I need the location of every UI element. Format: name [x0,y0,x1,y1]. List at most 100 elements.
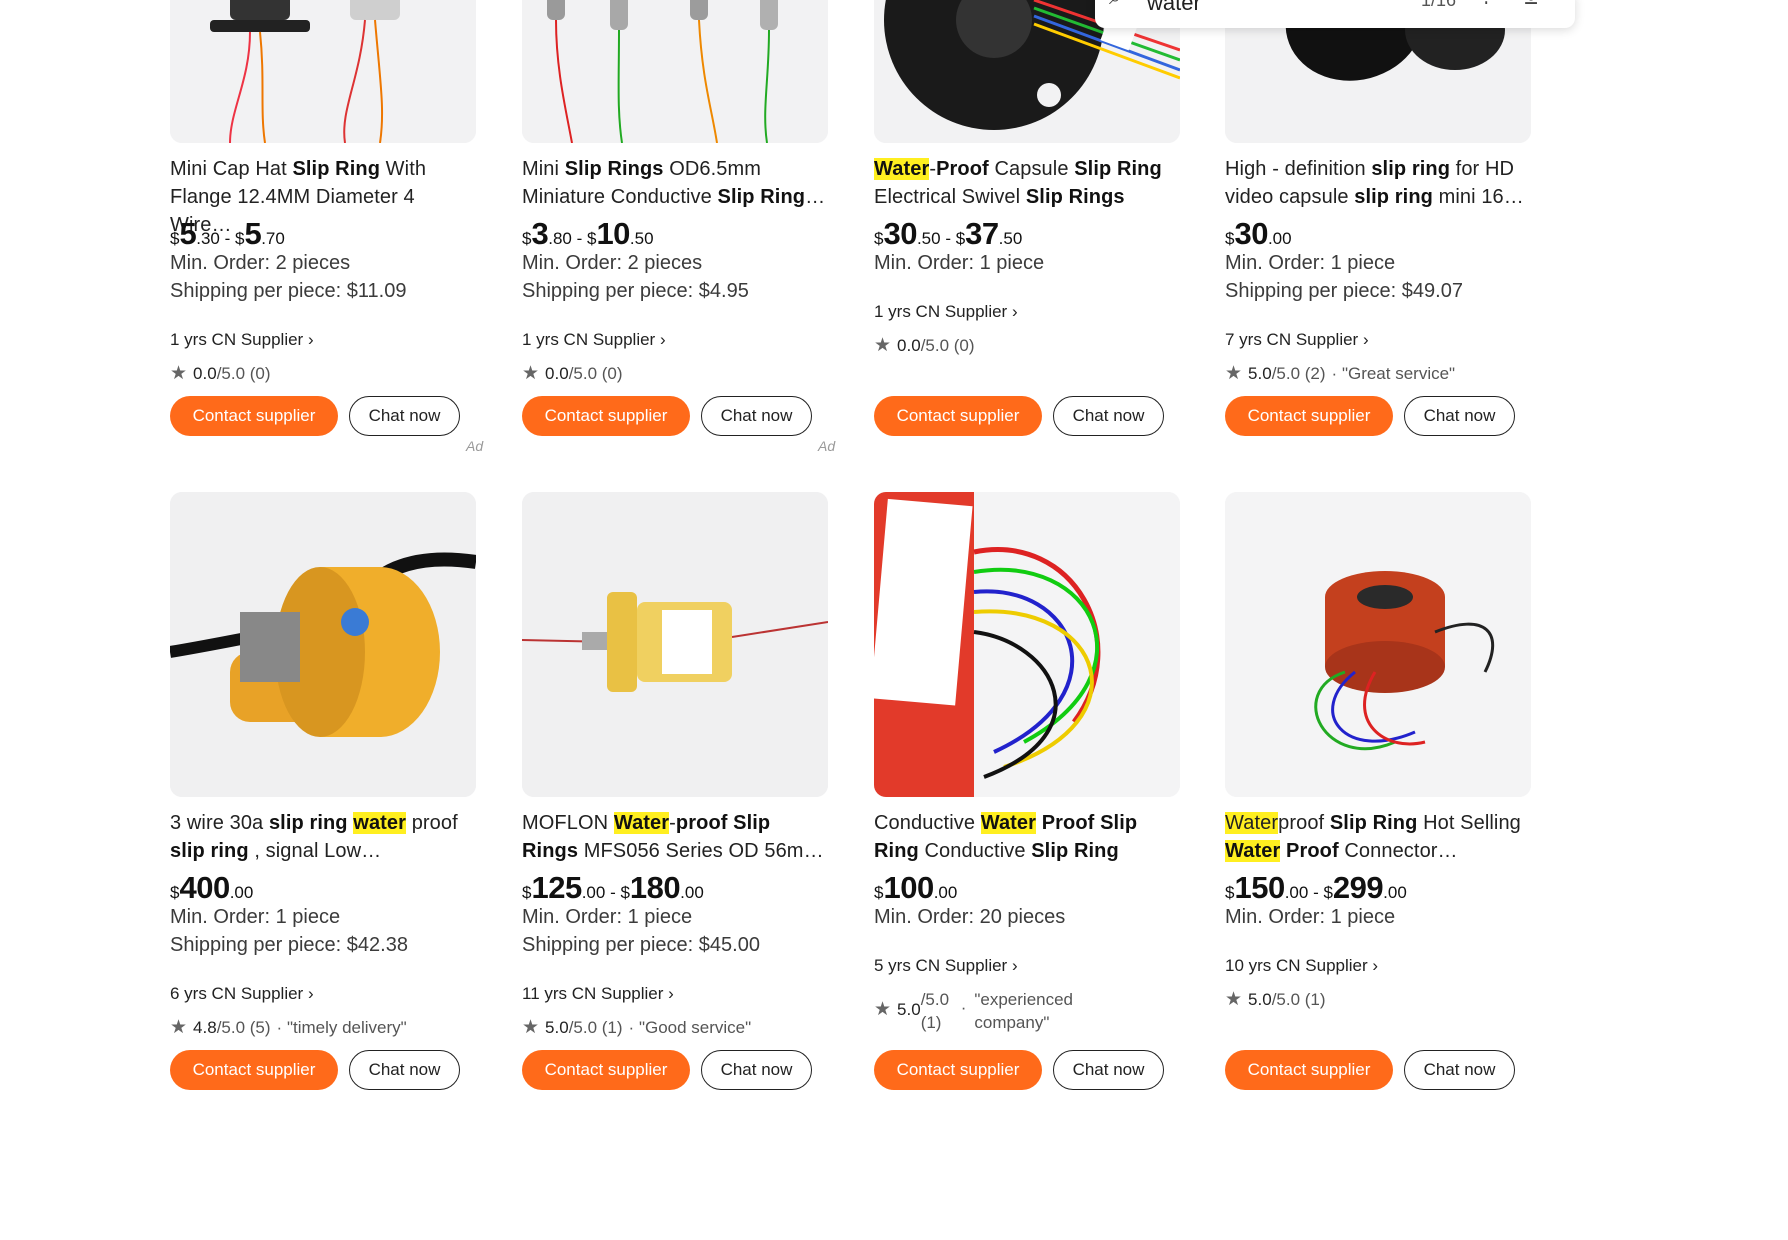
rating: ★ 5.0 /5.0 (1) · "experienced company" [874,988,1094,1034]
rating: ★ 5.0/5.0 (2) · "Great service" [1225,362,1455,385]
rating-scale: /5.0 (1) [568,1017,623,1037]
shipping-cost: Shipping per piece: $11.09 [170,280,407,302]
chat-now-button[interactable]: Chat now [701,1050,812,1090]
chat-now-button[interactable]: Chat now [349,396,460,436]
rating: ★ 0.0/5.0 (0) [874,334,975,357]
contact-supplier-button[interactable]: Contact supplier [874,1050,1042,1090]
chat-now-button[interactable]: Chat now [701,396,812,436]
rating-value: 5.0 [545,1017,569,1037]
product-price: $5.30 - $5.70 [170,216,285,251]
rating-value: 5.0 [1248,363,1272,383]
supplier-link[interactable]: 1 yrs CN Supplier › [170,330,314,350]
contact-supplier-button[interactable]: Contact supplier [170,1050,338,1090]
supplier-label: 10 yrs CN Supplier [1225,956,1368,975]
product-title[interactable]: Waterproof Slip Ring Hot Selling Water P… [1225,809,1531,865]
product-price: $400.00 [170,870,254,905]
supplier-link[interactable]: 7 yrs CN Supplier › [1225,330,1369,350]
review-snippet: · "Great service" [1331,363,1456,383]
supplier-link[interactable]: 11 yrs CN Supplier › [522,984,674,1004]
shipping-cost: Shipping per piece: $49.07 [1225,280,1463,302]
contact-supplier-button[interactable]: Contact supplier [522,396,690,436]
product-price: $30.00 [1225,216,1292,251]
product-title[interactable]: Mini Slip Rings OD6.5mm Miniature Conduc… [522,155,828,211]
min-order: Min. Order: 1 piece [170,906,341,928]
chat-now-button[interactable]: Chat now [1404,396,1515,436]
rating-value: 5.0 [1248,989,1272,1009]
shipping-cost: Shipping per piece: $45.00 [522,934,760,956]
star-icon: ★ [1225,989,1243,1010]
rating: ★ 5.0/5.0 (1) · "Good service" [522,1016,751,1039]
product-image[interactable] [874,492,1180,797]
rating-value: 0.0 [545,363,569,383]
find-input[interactable]: water [1147,0,1201,16]
arrow-up-icon[interactable]: ⇡ [1477,0,1495,10]
supplier-label: 5 yrs CN Supplier [874,956,1008,975]
chat-now-button[interactable]: Chat now [1053,1050,1164,1090]
star-icon: ★ [170,363,188,384]
arrow-down-icon[interactable]: ⊻ [1523,0,1539,10]
rating-value: 0.0 [193,363,217,383]
min-order: Min. Order: 1 piece [1225,906,1396,928]
contact-supplier-button[interactable]: Contact supplier [522,1050,690,1090]
rating-scale: /5.0 (2) [1271,363,1326,383]
chat-now-button[interactable]: Chat now [1053,396,1164,436]
rating-value: 4.8 [193,1017,217,1037]
rating-value: 5.0 [897,1000,921,1019]
product-grid: Mini Cap Hat Slip Ring With Flange 12.4M… [0,0,1568,1090]
chat-now-button[interactable]: Chat now [1404,1050,1515,1090]
rating-scale: /5.0 (0) [920,335,975,355]
supplier-label: 7 yrs CN Supplier [1225,330,1359,349]
supplier-link[interactable]: 10 yrs CN Supplier › [1225,956,1378,976]
supplier-label: 1 yrs CN Supplier [874,302,1008,321]
star-icon: ★ [522,1017,540,1038]
product-image[interactable] [522,0,828,143]
min-order: Min. Order: 20 pieces [874,906,1066,928]
supplier-label: 6 yrs CN Supplier [170,984,304,1003]
supplier-link[interactable]: 6 yrs CN Supplier › [170,984,314,1004]
supplier-link[interactable]: 1 yrs CN Supplier › [522,330,666,350]
chevron-right-icon: › [1358,330,1369,349]
product-price: $100.00 [874,870,958,905]
product-price: $30.50 - $37.50 [874,216,1023,251]
shipping-cost: Shipping per piece: $4.95 [522,280,749,302]
star-icon: ★ [1225,363,1243,384]
product-title[interactable]: High - definition slip ring for HD video… [1225,155,1531,211]
contact-supplier-button[interactable]: Contact supplier [1225,396,1393,436]
chevron-right-icon: › [303,330,314,349]
star-icon: ★ [170,1017,188,1038]
star-icon: ★ [874,999,892,1020]
product-image[interactable] [170,492,476,797]
star-icon: ★ [522,363,540,384]
product-title[interactable]: 3 wire 30a slip ring water proof slip ri… [170,809,476,865]
contact-supplier-button[interactable]: Contact supplier [170,396,338,436]
review-snippet: · "experienced company" [960,990,1074,1032]
product-title[interactable]: Conductive Water Proof Slip Ring Conduct… [874,809,1180,865]
product-price: $125.00 - $180.00 [522,870,704,905]
product-image[interactable] [170,0,476,143]
supplier-label: 1 yrs CN Supplier [522,330,656,349]
min-order: Min. Order: 1 piece [874,252,1045,274]
rating-scale: /5.0 (0) [568,363,623,383]
find-in-page-bar: ⌕ water 1/16 ⇡ ⊻ [1095,0,1575,28]
chevron-right-icon: › [303,984,314,1003]
min-order: Min. Order: 1 piece [1225,252,1396,274]
supplier-link[interactable]: 1 yrs CN Supplier › [874,302,1018,322]
product-image[interactable] [522,492,828,797]
supplier-link[interactable]: 5 yrs CN Supplier › [874,956,1018,976]
contact-supplier-button[interactable]: Contact supplier [874,396,1042,436]
rating-value: 0.0 [897,335,921,355]
chevron-right-icon: › [1367,956,1379,975]
supplier-label: 1 yrs CN Supplier [170,330,304,349]
rating-scale: /5.0 (5) [216,1017,271,1037]
rating: ★ 5.0/5.0 (1) [1225,988,1326,1011]
product-image[interactable] [1225,492,1531,797]
contact-supplier-button[interactable]: Contact supplier [1225,1050,1393,1090]
review-snippet: · "Good service" [628,1017,752,1037]
product-title[interactable]: Water-Proof Capsule Slip Ring Electrical… [874,155,1180,211]
chevron-right-icon: › [655,330,666,349]
chat-now-button[interactable]: Chat now [349,1050,460,1090]
product-title[interactable]: MOFLON Water-proof Slip Rings MFS056 Ser… [522,809,828,865]
ad-label: Ad [466,438,484,454]
rating: ★ 4.8/5.0 (5) · "timely delivery" [170,1016,407,1039]
min-order: Min. Order: 1 piece [522,906,693,928]
